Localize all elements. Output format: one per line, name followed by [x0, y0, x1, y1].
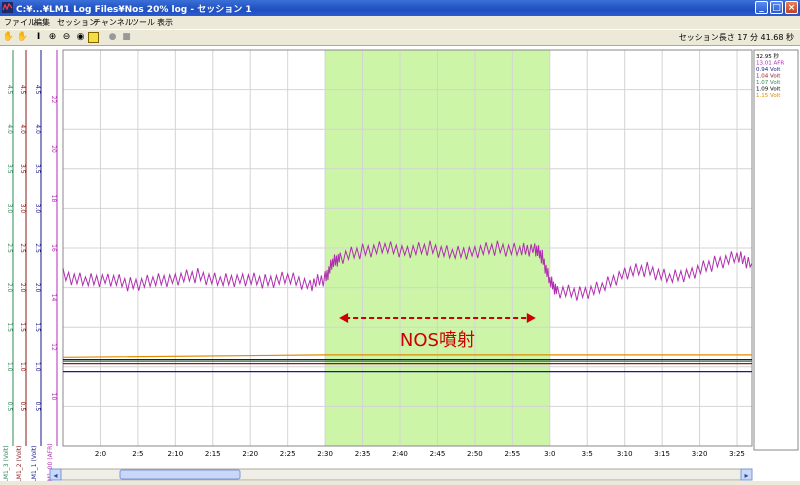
menu-bar: ファイル 編集 セッション チャンネル ツール 表示 [0, 16, 800, 29]
left-axis-tick-label: 22 [50, 96, 57, 104]
left-axis-name: LM1_1 (Volt) [31, 445, 38, 481]
left-axis-tick-label: 1.5 [6, 322, 13, 332]
x-tick-label: 2:25 [280, 450, 296, 458]
left-axis-tick-label: 3.0 [19, 204, 26, 214]
x-tick-label: 2:30 [317, 450, 333, 458]
legend-entry: 1.04 Volt [756, 74, 781, 80]
left-axis-tick-label: 0.5 [6, 402, 13, 412]
chevron-left-icon: ◂ [53, 471, 57, 480]
toolbar: ✋ ✋ I ⊕ ⊖ ◉ ● ■ セッション長さ 17 分 41.68 秒 [0, 29, 800, 46]
left-axis-tick-label: 3.0 [34, 204, 41, 214]
left-axis-tick-label: 3.5 [19, 164, 26, 174]
x-tick-label: 2:55 [504, 450, 520, 458]
left-axis-tick-label: 4.5 [6, 85, 13, 95]
legend-entry: 0.94 Volt [756, 67, 781, 73]
left-axis-tick-label: 4.0 [19, 124, 26, 134]
legend-entry: 1.15 Volt [756, 93, 781, 99]
x-tick-label: 2:5 [132, 450, 143, 458]
maximize-button[interactable]: □ [770, 1, 783, 14]
app-icon [2, 2, 13, 13]
left-axis-tick-label: 18 [50, 195, 57, 203]
left-axis-tick-label: 16 [50, 244, 57, 252]
scroll-thumb[interactable] [119, 469, 241, 480]
x-tick-label: 2:50 [467, 450, 483, 458]
hand-disabled-icon: ✋ [16, 32, 29, 42]
text-cursor-icon[interactable]: I [32, 31, 45, 44]
menu-tools[interactable]: ツール [131, 17, 155, 28]
hand-icon[interactable]: ✋ [2, 31, 15, 44]
x-tick-label: 2:40 [392, 450, 408, 458]
zoom-out-icon[interactable]: ⊖ [60, 31, 73, 44]
left-axis-tick-label: 1.0 [34, 362, 41, 372]
left-axis-name: LM1_2 (Volt) [16, 445, 23, 481]
left-axis-tick-label: 2.0 [34, 283, 41, 293]
legend-entry: 1.07 Volt [756, 80, 781, 86]
x-tick-label: 3:10 [617, 450, 633, 458]
session-length: セッション長さ 17 分 41.68 秒 [678, 33, 794, 42]
menu-edit[interactable]: 編集 [34, 17, 50, 28]
x-tick-label: 2:0 [95, 450, 106, 458]
left-axis-tick-label: 0.5 [34, 402, 41, 412]
left-axis-tick-label: 1.0 [19, 362, 26, 372]
left-axis-tick-label: 3.0 [6, 204, 13, 214]
left-axis-tick-label: 2.0 [6, 283, 13, 293]
x-tick-label: 3:15 [654, 450, 670, 458]
zoom-in-icon[interactable]: ⊕ [46, 31, 59, 44]
x-tick-label: 3:5 [582, 450, 593, 458]
left-axis-tick-label: 4.5 [34, 85, 41, 95]
left-axis-tick-label: 14 [50, 294, 57, 302]
left-axis-tick-label: 3.5 [34, 164, 41, 174]
left-axis-tick-label: 4.0 [34, 124, 41, 134]
left-axis-tick-label: 2.5 [6, 243, 13, 253]
left-axis-tick-label: 10 [50, 393, 57, 401]
menu-channel[interactable]: チャンネル [93, 17, 133, 28]
left-axis-tick-label: 4.5 [19, 85, 26, 95]
chevron-right-icon: ▸ [744, 471, 748, 480]
x-tick-label: 3:20 [692, 450, 708, 458]
left-axis-tick-label: 1.0 [6, 362, 13, 372]
x-tick-label: 3:25 [729, 450, 745, 458]
left-axis-name: LM1_3 (Volt) [3, 445, 10, 481]
left-axis-tick-label: 2.0 [19, 283, 26, 293]
x-tick-label: 2:45 [430, 450, 446, 458]
x-tick-label: 2:35 [355, 450, 371, 458]
marker-icon[interactable] [88, 32, 99, 43]
legend-entry: 32.95 秒 [756, 52, 779, 60]
annotation-label: NOS噴射 [400, 330, 475, 351]
window-title: C:¥...¥LM1 Log Files¥Nos 20% log - セッション… [16, 5, 252, 15]
left-axis-tick-label: 4.0 [6, 124, 13, 134]
left-axis-tick-label: 2.5 [19, 243, 26, 253]
left-axis-tick-label: 1.5 [19, 322, 26, 332]
legend-entry: 1.09 Volt [756, 87, 781, 93]
left-axis-tick-label: 2.5 [34, 243, 41, 253]
close-button[interactable]: × [785, 1, 798, 14]
chart-canvas[interactable]: 0.5 1.0 1.5 2.0 2.5 3.0 3.5 4.0 4.5 LM1_3 (Volt) 0… [0, 46, 800, 485]
zoom-reset-icon[interactable]: ◉ [74, 31, 87, 44]
x-tick-label: 2:15 [205, 450, 221, 458]
record-icon: ● [108, 32, 117, 42]
x-tick-label: 2:20 [242, 450, 258, 458]
stop-icon: ■ [122, 32, 131, 42]
x-tick-label: 2:10 [167, 450, 183, 458]
menu-file[interactable]: ファイル [4, 17, 36, 28]
x-tick-label: 3:0 [544, 450, 555, 458]
log-plot: 0.5 1.0 1.5 2.0 2.5 3.0 3.5 4.0 4.5 LM1_3 (Volt) 0… [0, 46, 800, 485]
legend-entry: 13.01 AFR [756, 61, 784, 67]
menu-session[interactable]: セッション [57, 17, 97, 28]
left-axis-tick-label: 0.5 [19, 402, 26, 412]
left-axis-tick-label: 12 [50, 343, 57, 351]
legend-panel [753, 49, 799, 451]
left-axis-tick-label: 3.5 [6, 164, 13, 174]
left-axis-tick-label: 20 [50, 145, 57, 153]
left-axis-tick-label: 1.5 [34, 322, 41, 332]
title-bar: C:¥...¥LM1 Log Files¥Nos 20% log - セッション… [0, 0, 800, 16]
minimize-button[interactable]: _ [755, 1, 768, 14]
menu-view[interactable]: 表示 [157, 17, 173, 28]
